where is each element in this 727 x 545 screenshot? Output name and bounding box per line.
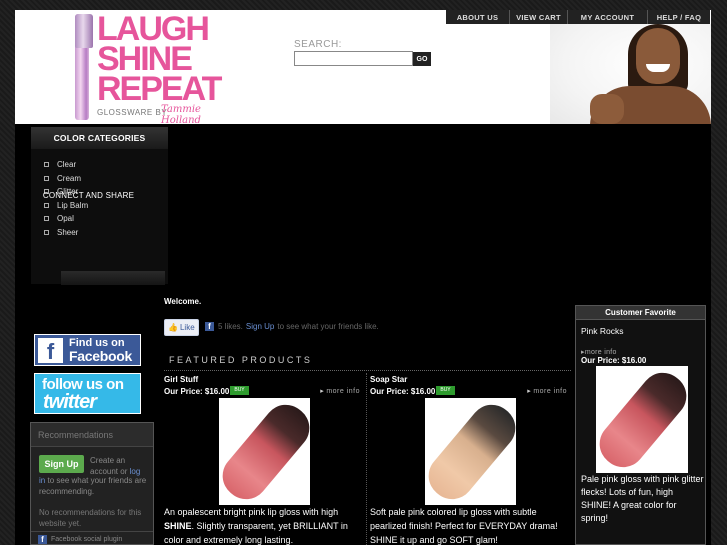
like-suffix: to see what your friends like. xyxy=(277,322,379,331)
favorite-product-image[interactable] xyxy=(596,366,688,473)
product-price: Our Price: $16.00 xyxy=(164,387,230,396)
arrow-right-icon: ▸ xyxy=(320,388,325,395)
categories-footer-bar xyxy=(61,271,165,285)
favorite-price: Our Price: $16.00 xyxy=(581,356,647,365)
product-image[interactable] xyxy=(219,398,310,505)
recommendations-title: Recommendations xyxy=(31,423,153,447)
logo-subtitle: GLOSSWARE BY xyxy=(97,108,168,117)
gloss-swatch-image xyxy=(219,398,310,505)
nav-view-cart[interactable]: VIEW CART xyxy=(510,10,568,24)
connect-and-share-label: CONNECT AND SHARE xyxy=(42,191,135,200)
like-count: 5 likes. xyxy=(218,322,243,331)
gloss-swatch-image xyxy=(596,366,688,473)
like-count-line: f 5 likes. Sign Up to see what your frie… xyxy=(205,322,379,331)
recommendations-create-text: Create an account or log xyxy=(90,456,141,476)
facebook-social-plugin-link[interactable]: f Facebook social plugin xyxy=(31,531,153,545)
product-description: Soft pale pink colored lip gloss with su… xyxy=(370,507,558,545)
logo-line-3: REPEAT xyxy=(97,70,222,108)
category-item-cream[interactable]: Cream xyxy=(31,172,168,186)
lip-gloss-tube-image xyxy=(75,14,93,120)
square-bullet-icon xyxy=(44,202,49,208)
arrow-right-icon: ▸ xyxy=(527,388,532,395)
recommendations-in-link[interactable]: in xyxy=(39,476,45,485)
facebook-badge[interactable]: f Find us on Facebook xyxy=(34,334,141,366)
category-item-lip-balm[interactable]: Lip Balm xyxy=(31,199,168,213)
customer-favorite-title: Customer Favorite xyxy=(576,306,705,320)
category-item-opal[interactable]: Opal xyxy=(31,212,168,226)
product-name[interactable]: Girl Stuff xyxy=(164,375,198,384)
category-item-sheer[interactable]: Sheer xyxy=(31,226,168,240)
square-bullet-icon xyxy=(44,229,49,235)
site-logo[interactable]: LAUGH SHINE REPEAT GLOSSWARE BY Tammie H… xyxy=(73,12,223,124)
product-description: An opalescent bright pink lip gloss with… xyxy=(164,507,348,545)
facebook-recommendations-box: Recommendations Sign Up Create an accoun… xyxy=(30,422,154,545)
welcome-text: Welcome. xyxy=(164,297,202,306)
color-categories-box: COLOR CATEGORIES Clear Cream Glitter Lip… xyxy=(31,127,168,285)
recommendations-signup-button[interactable]: Sign Up xyxy=(39,455,84,473)
product-image[interactable] xyxy=(425,398,516,505)
top-nav: ABOUT US VIEW CART MY ACCOUNT HELP / FAQ xyxy=(446,10,710,24)
product-price: Our Price: $16.00 xyxy=(370,387,436,396)
color-categories-title: COLOR CATEGORIES xyxy=(31,127,168,149)
facebook-like-button[interactable]: 👍 Like xyxy=(164,319,199,336)
customer-favorite-box: Customer Favorite Pink Rocks ▸more info … xyxy=(575,305,706,545)
search-input[interactable] xyxy=(294,51,413,66)
buy-button[interactable]: BUY xyxy=(230,386,249,395)
square-bullet-icon xyxy=(44,216,49,222)
favorite-more-info-link[interactable]: ▸more info xyxy=(581,348,617,356)
search-go-button[interactable]: GO xyxy=(413,52,431,66)
twitter-badge[interactable]: follow us on twitter xyxy=(34,373,141,414)
nav-help-faq[interactable]: HELP / FAQ xyxy=(648,10,710,24)
square-bullet-icon xyxy=(44,175,49,181)
nav-my-account[interactable]: MY ACCOUNT xyxy=(568,10,648,24)
favorite-description: Pale pink gloss with pink glitter flecks… xyxy=(581,474,704,523)
square-bullet-icon xyxy=(44,162,49,168)
buy-button[interactable]: BUY xyxy=(436,386,455,395)
gloss-swatch-image xyxy=(425,398,516,505)
category-item-clear[interactable]: Clear xyxy=(31,158,168,172)
site-header: LAUGH SHINE REPEAT GLOSSWARE BY Tammie H… xyxy=(15,10,711,124)
product-card: Soap Star Our Price: $16.00 BUY ▸ more in… xyxy=(370,373,573,545)
model-photo xyxy=(550,24,711,124)
more-info-link[interactable]: ▸ more info xyxy=(527,387,567,395)
facebook-icon: f xyxy=(205,322,214,331)
facebook-icon: f xyxy=(38,535,47,544)
recommendations-empty-text: No recommendations for this website yet. xyxy=(39,508,142,528)
search-label: SEARCH: xyxy=(294,39,342,50)
like-signup-link[interactable]: Sign Up xyxy=(246,322,274,331)
logo-signature: Tammie Holland xyxy=(161,104,201,124)
facebook-icon: f xyxy=(38,338,63,364)
facebook-badge-line2: Facebook xyxy=(69,348,132,364)
twitter-badge-line2: twitter xyxy=(43,391,97,413)
thumbs-up-icon: 👍 xyxy=(168,323,178,332)
nav-about-us[interactable]: ABOUT US xyxy=(446,10,510,24)
product-name[interactable]: Soap Star xyxy=(370,375,407,384)
more-info-link[interactable]: ▸ more info xyxy=(320,387,360,395)
featured-products-title: FEATURED PRODUCTS xyxy=(164,355,571,371)
product-card: Girl Stuff Our Price: $16.00 BUY ▸ more i… xyxy=(164,373,367,545)
favorite-product-name[interactable]: Pink Rocks xyxy=(581,326,624,336)
recommendations-info-text: in to see what your friends are recommen… xyxy=(39,476,147,496)
